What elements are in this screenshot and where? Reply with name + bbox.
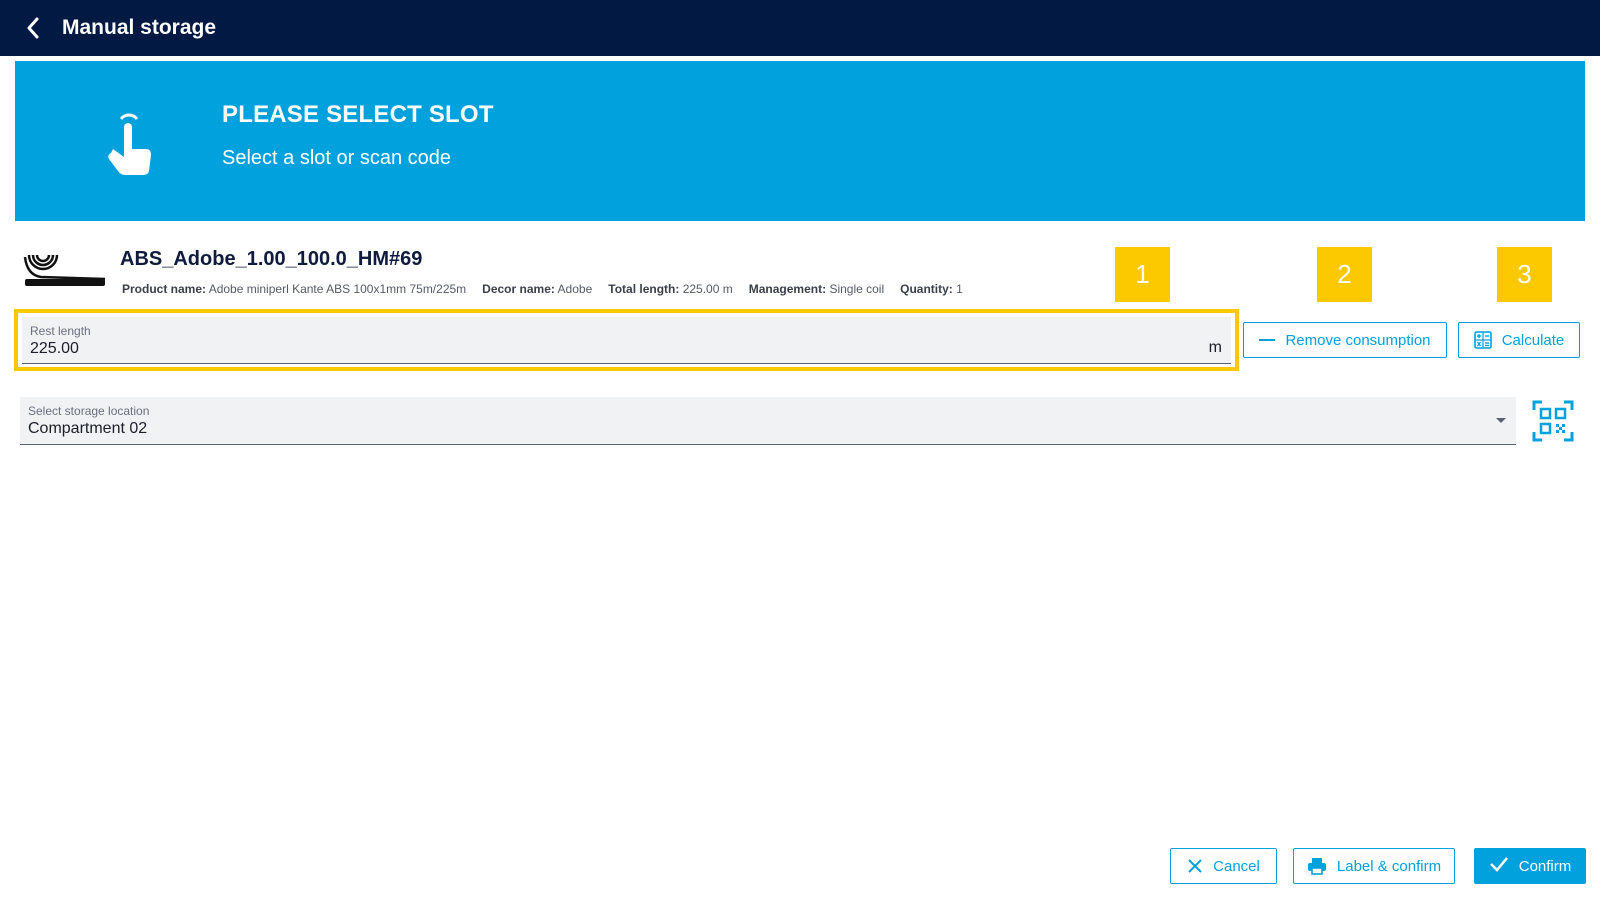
top-bar: Manual storage bbox=[0, 0, 1600, 56]
rest-length-field[interactable]: Rest length 225.00 m bbox=[22, 317, 1231, 364]
rest-length-value[interactable]: 225.00 bbox=[30, 340, 79, 358]
calculate-button[interactable]: Calculate bbox=[1458, 322, 1580, 358]
chevron-left-icon bbox=[27, 17, 39, 39]
meta-decor-name: Decor name: Adobe bbox=[482, 282, 593, 296]
meta-quantity: Quantity: 1 bbox=[900, 282, 963, 296]
cancel-button[interactable]: Cancel bbox=[1170, 848, 1277, 884]
confirm-label: Confirm bbox=[1518, 857, 1572, 875]
touch-hand-icon bbox=[108, 113, 151, 175]
minus-icon bbox=[1259, 338, 1276, 342]
qr-scan-icon bbox=[1532, 400, 1574, 442]
edge-band-coil-icon bbox=[23, 254, 106, 286]
product-meta: Product name: Adobe miniperl Kante ABS 1… bbox=[122, 282, 963, 296]
rest-length-unit: m bbox=[1208, 339, 1222, 356]
label-confirm-label: Label & confirm bbox=[1336, 857, 1442, 875]
label-confirm-button[interactable]: Label & confirm bbox=[1293, 848, 1455, 884]
product-title: ABS_Adobe_1.00_100.0_HM#69 bbox=[120, 248, 423, 270]
confirm-button[interactable]: Confirm bbox=[1474, 848, 1586, 884]
rest-length-label: Rest length bbox=[30, 324, 91, 338]
scan-code-button[interactable] bbox=[1532, 400, 1574, 442]
meta-total-length: Total length: 225.00 m bbox=[608, 282, 733, 296]
callout-badge-3: 3 bbox=[1497, 247, 1552, 302]
cancel-label: Cancel bbox=[1213, 857, 1260, 875]
storage-location-select[interactable]: Select storage location Compartment 02 bbox=[20, 397, 1516, 445]
close-icon bbox=[1187, 858, 1203, 874]
rest-length-highlight: Rest length 225.00 m bbox=[14, 309, 1239, 371]
banner-subtitle: Select a slot or scan code bbox=[222, 147, 452, 169]
callout-badge-2: 2 bbox=[1317, 247, 1372, 302]
page-title: Manual storage bbox=[62, 16, 217, 39]
storage-location-label: Select storage location bbox=[28, 404, 150, 418]
remove-consumption-label: Remove consumption bbox=[1285, 331, 1431, 349]
remove-consumption-button[interactable]: Remove consumption bbox=[1243, 322, 1447, 358]
calculate-label: Calculate bbox=[1501, 331, 1565, 349]
instruction-banner: PLEASE SELECT SLOT Select a slot or scan… bbox=[15, 61, 1585, 221]
calculator-icon bbox=[1473, 331, 1492, 349]
callout-badge-1: 1 bbox=[1115, 247, 1170, 302]
meta-product-name: Product name: Adobe miniperl Kante ABS 1… bbox=[122, 282, 467, 296]
printer-icon bbox=[1307, 857, 1327, 875]
check-icon bbox=[1489, 856, 1509, 876]
banner-title: PLEASE SELECT SLOT bbox=[222, 101, 494, 128]
meta-management: Management: Single coil bbox=[748, 282, 885, 296]
back-button[interactable] bbox=[16, 11, 50, 45]
storage-location-value: Compartment 02 bbox=[28, 420, 148, 437]
dropdown-caret-icon[interactable] bbox=[1496, 418, 1506, 423]
